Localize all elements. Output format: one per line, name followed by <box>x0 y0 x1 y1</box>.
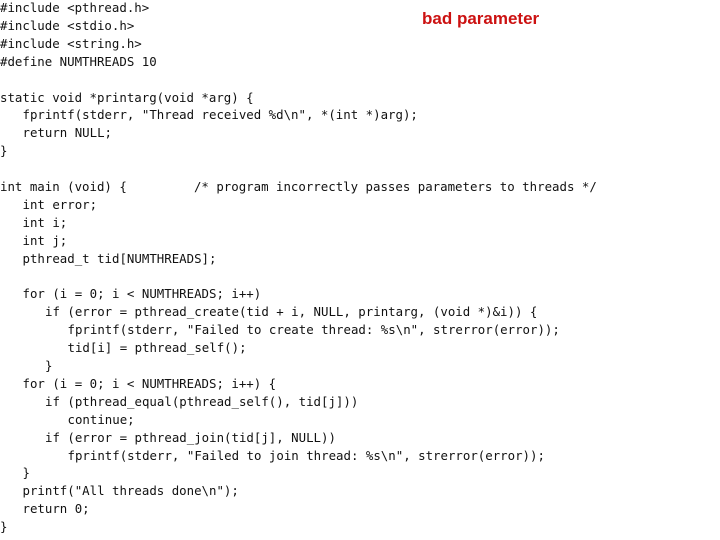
code-line: for (i = 0; i < NUMTHREADS; i++) <box>22 286 262 302</box>
code-line: fprintf(stderr, "Failed to join thread: … <box>67 447 545 463</box>
code-line: #define NUMTHREADS 10 <box>0 53 157 69</box>
code-line: pthread_t tid[NUMTHREADS]; <box>22 250 217 266</box>
code-line: continue; <box>67 411 135 427</box>
code-line: } <box>45 358 53 373</box>
code-line: } <box>0 519 8 535</box>
code-line: printf("All threads done\n"); <box>22 483 239 499</box>
code-line: return NULL; <box>22 125 113 141</box>
code-line: if (pthread_equal(pthread_self(), tid[j]… <box>45 393 359 409</box>
code-line: } <box>22 465 30 481</box>
code-line: int j; <box>22 232 68 248</box>
code-line: tid[i] = pthread_self(); <box>67 340 247 356</box>
code-line: #include <stdio.h> <box>0 17 135 33</box>
code-line: fprintf(stderr, "Thread received %d\n", … <box>22 107 418 123</box>
code-line: int main (void) { /* program incorrectly… <box>0 179 597 194</box>
code-line: #include <string.h> <box>0 35 142 51</box>
code-line: int i; <box>22 214 68 230</box>
code-line: return 0; <box>22 501 90 517</box>
code-line: for (i = 0; i < NUMTHREADS; i++) { <box>22 375 277 391</box>
code-line: int error; <box>22 196 98 212</box>
code-line: if (error = pthread_create(tid + i, NULL… <box>45 304 538 320</box>
code-line: static void *printarg(void *arg) { <box>0 89 254 105</box>
code-line: if (error = pthread_join(tid[j], NULL)) <box>45 429 336 445</box>
code-line: fprintf(stderr, "Failed to create thread… <box>67 322 560 338</box>
code-line: #include <pthread.h> <box>0 0 150 15</box>
code-line: } <box>0 143 8 159</box>
slide-title: bad parameter <box>422 9 540 28</box>
